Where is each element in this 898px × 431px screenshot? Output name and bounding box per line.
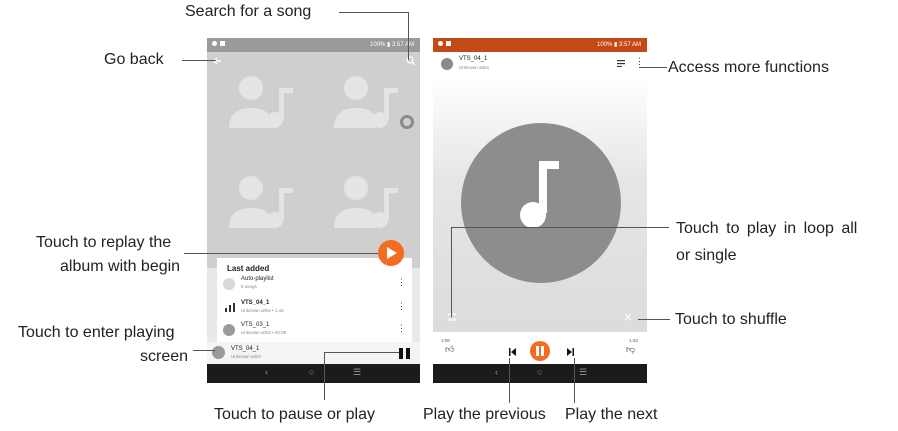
status-bar: 100% ▮ 3:57 AM xyxy=(433,38,647,52)
play-icon xyxy=(387,247,397,259)
album-art-grid xyxy=(207,52,420,268)
pause-button[interactable] xyxy=(399,348,411,359)
callout-play-next: Play the next xyxy=(565,406,658,423)
now-playing-screen: 100% ▮ 3:57 AM VTS_04_1 Unknown artist ⋮… xyxy=(433,38,647,383)
elapsed-time: 1:06 xyxy=(441,338,450,343)
pause-icon xyxy=(536,346,539,356)
pause-icon xyxy=(399,348,403,359)
more-options-icon[interactable]: ⋮ xyxy=(397,323,406,334)
previous-track-button[interactable] xyxy=(509,348,516,356)
callout-line-go-back xyxy=(182,60,216,61)
callout-line-more xyxy=(639,67,667,68)
image-notification-icon xyxy=(220,41,225,46)
more-options-icon[interactable]: ⋮ xyxy=(635,56,644,67)
image-notification-icon xyxy=(446,41,451,46)
status-bar: 100% ▮ 3:57 AM xyxy=(207,38,420,52)
callout-play-previous: Play the previous xyxy=(423,406,546,423)
mini-player-subtitle: Unknown artist xyxy=(231,354,261,359)
playlist-title: Auto-playlist xyxy=(241,276,274,282)
callout-line-pause xyxy=(324,352,325,400)
callout-line-previous xyxy=(509,358,510,403)
mini-player[interactable]: VTS_04_1 Unknown artist xyxy=(207,342,420,364)
callout-line-pause-horiz xyxy=(324,352,399,353)
mini-player-art-icon xyxy=(212,346,225,359)
section-title: Last added xyxy=(227,264,270,273)
track-title: VTS_04_1 xyxy=(459,56,488,62)
notification-icon xyxy=(212,41,217,46)
thumbs-up-icon[interactable]: 👍︎ xyxy=(445,344,454,355)
play-album-button[interactable] xyxy=(378,240,404,266)
status-text: 100% ▮ 3:57 AM xyxy=(597,42,641,48)
callout-line-replay xyxy=(184,253,382,254)
thumbs-down-icon[interactable]: 👎︎ xyxy=(626,344,635,355)
system-nav-bar: ‹ ○ ☰ xyxy=(207,364,420,383)
track-header: VTS_04_1 Unknown artist ⋮ xyxy=(433,52,647,76)
track-title: VTS_03_1 xyxy=(241,322,270,328)
playback-controls: 1:06 1:43 👍︎ 👎︎ xyxy=(433,332,647,364)
artist-placeholder-icon xyxy=(334,76,398,128)
last-added-panel: Last added Auto-playlist 8 songs ⋮ VTS_0… xyxy=(217,258,412,342)
callout-shuffle: Touch to shuffle xyxy=(675,311,787,328)
callout-line-search xyxy=(339,12,409,13)
playlist-row[interactable]: Auto-playlist 8 songs ⋮ xyxy=(223,276,408,294)
album-art xyxy=(433,76,647,332)
duration-time: 1:43 xyxy=(629,338,638,343)
callout-enter-playing-2: screen xyxy=(140,348,189,365)
callout-more-functions: Access more functions xyxy=(668,59,829,76)
track-subtitle: Unknown artist • 20:09 xyxy=(241,330,287,335)
nav-back-button[interactable]: ‹ xyxy=(265,367,268,377)
callout-search-song: Search for a song xyxy=(185,3,312,20)
queue-icon[interactable] xyxy=(617,60,625,67)
nav-back-button[interactable]: ‹ xyxy=(495,367,498,377)
callout-line-loop xyxy=(451,227,669,228)
callout-line-next xyxy=(574,358,575,403)
play-pause-button[interactable] xyxy=(530,341,550,361)
notification-icon xyxy=(438,41,443,46)
next-track-button[interactable] xyxy=(567,348,574,356)
track-subtitle: Unknown artist • 1:43 xyxy=(241,308,284,313)
track-art-icon xyxy=(441,58,453,70)
mini-player-title: VTS_04_1 xyxy=(231,346,260,352)
callout-loop-1: Touch to play in loop all xyxy=(676,220,858,237)
track-subtitle: Unknown artist xyxy=(459,65,489,70)
playlist-icon xyxy=(223,278,235,290)
callout-replay-album-2: album with begin xyxy=(60,258,181,275)
more-options-icon[interactable]: ⋮ xyxy=(397,301,406,312)
track-row[interactable]: VTS_04_1 Unknown artist • 1:43 ⋮ xyxy=(223,300,408,318)
music-note-icon xyxy=(520,161,559,228)
nav-home-button[interactable]: ○ xyxy=(309,367,314,377)
now-playing-bars-icon xyxy=(225,303,235,312)
nav-recent-button[interactable]: ☰ xyxy=(353,367,361,378)
artist-placeholder-icon xyxy=(229,76,293,128)
playlist-subtitle: 8 songs xyxy=(241,284,257,289)
callout-pause-play: Touch to pause or play xyxy=(214,406,375,423)
shuffle-icon[interactable] xyxy=(624,313,632,321)
nav-home-button[interactable]: ○ xyxy=(537,367,542,377)
system-nav-bar: ‹ ○ ☰ xyxy=(433,364,647,383)
artist-placeholder-icon xyxy=(229,176,293,228)
callout-enter-playing-1: Touch to enter playing xyxy=(18,324,175,341)
track-row[interactable]: VTS_03_1 Unknown artist • 20:09 ⋮ xyxy=(223,322,408,340)
callout-replay-album-1: Touch to replay the xyxy=(36,234,172,251)
more-options-icon[interactable]: ⋮ xyxy=(397,277,406,288)
callout-line-search-vert xyxy=(408,12,409,60)
fast-scroll-thumb[interactable] xyxy=(400,115,414,129)
callout-go-back: Go back xyxy=(104,51,164,68)
track-title: VTS_04_1 xyxy=(241,300,270,306)
callout-line-loop-vert xyxy=(451,227,452,317)
nav-recent-button[interactable]: ☰ xyxy=(579,367,587,378)
artist-placeholder-icon xyxy=(334,176,398,228)
callout-line-enter-playing xyxy=(193,350,215,351)
callout-line-shuffle xyxy=(638,319,670,320)
callout-loop-2: or single xyxy=(676,247,737,264)
music-disc xyxy=(461,123,621,283)
music-library-screen: 100% ▮ 3:57 AM Last added Auto-playlist … xyxy=(207,38,420,383)
track-art-icon xyxy=(223,324,235,336)
repeat-icon[interactable] xyxy=(448,313,456,321)
back-arrow-icon[interactable] xyxy=(212,56,222,66)
